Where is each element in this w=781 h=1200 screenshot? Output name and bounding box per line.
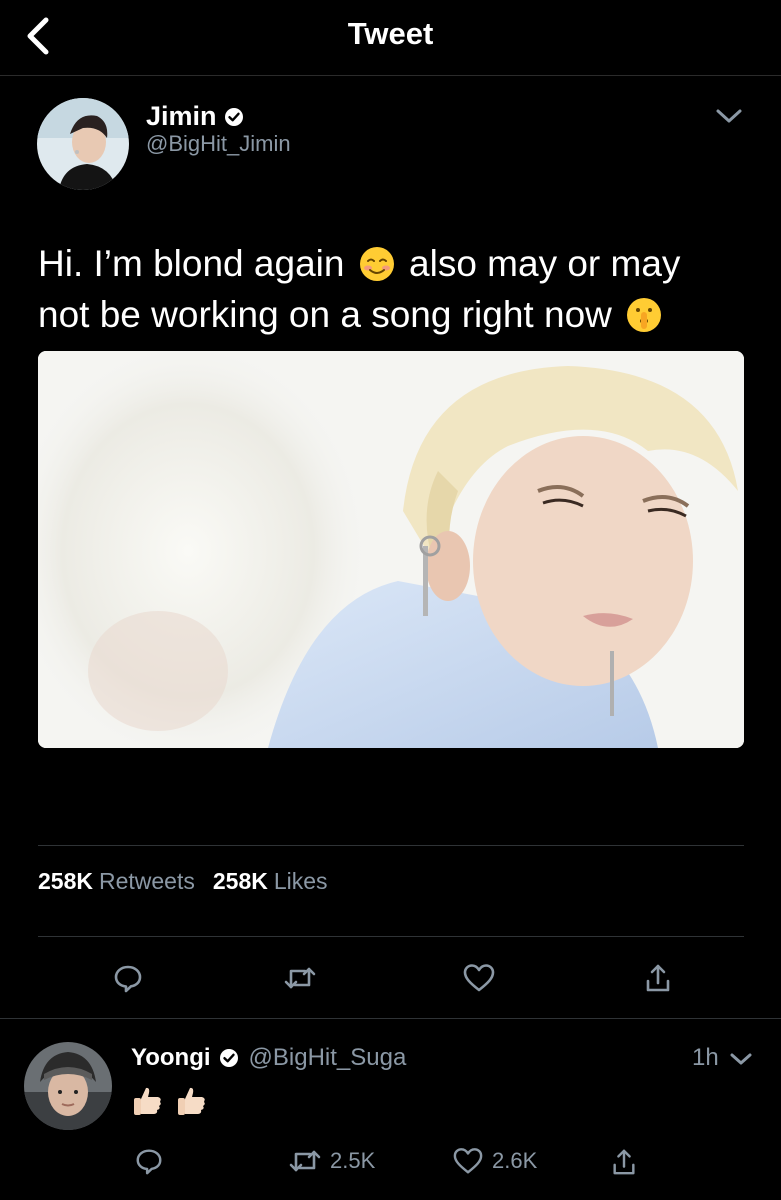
retweet-button[interactable] (280, 958, 320, 998)
chevron-down-icon (716, 109, 742, 123)
chevron-down-icon (730, 1053, 752, 1065)
reply-share-button[interactable] (610, 1146, 638, 1178)
reply-text (131, 1084, 209, 1118)
retweet-count[interactable]: 258K (38, 868, 93, 895)
reply-author-name[interactable]: Yoongi (131, 1044, 211, 1072)
author-name[interactable]: Jimin (146, 101, 217, 132)
verified-badge-icon (224, 107, 243, 126)
page-title: Tweet (347, 16, 434, 51)
verified-badge-icon (219, 1049, 238, 1067)
smiling-face-emoji-icon (359, 247, 394, 281)
reply-icon (114, 965, 142, 993)
tweet-photo[interactable] (38, 351, 744, 748)
retweet-label[interactable]: Retweets (99, 868, 195, 895)
share-button[interactable] (638, 958, 678, 998)
reply-retweet-count: 2.5K (330, 1148, 376, 1173)
tweet-menu-button[interactable] (708, 98, 750, 134)
thumbs-up-emoji-icon (134, 1087, 161, 1115)
heart-icon (463, 964, 495, 992)
divider (38, 936, 744, 937)
reply-icon (136, 1149, 162, 1175)
reply-timestamp: 1h (692, 1044, 719, 1071)
avatar[interactable] (37, 98, 129, 190)
reply-menu-button[interactable] (724, 1044, 758, 1074)
reply-author-handle[interactable]: @BigHit_Suga (249, 1044, 407, 1072)
tweet-text: Hi. I’m blond again also may or may not … (38, 238, 738, 340)
like-count[interactable]: 258K (213, 868, 268, 895)
reply-like-button[interactable]: 2.6K (452, 1146, 537, 1176)
heart-icon (453, 1148, 483, 1174)
divider (0, 1018, 781, 1019)
reply-retweet-button[interactable]: 2.5K (288, 1146, 375, 1176)
reply-like-count: 2.6K (492, 1148, 538, 1173)
retweet-icon (284, 967, 316, 989)
top-bar: Tweet (0, 0, 781, 76)
author-name-row[interactable]: Jimin (146, 101, 244, 132)
reply-reply-button[interactable] (134, 1146, 164, 1176)
share-icon (613, 1149, 635, 1175)
retweet-icon (289, 1150, 321, 1172)
like-label[interactable]: Likes (274, 868, 328, 895)
tweet-stats: 258K Retweets 258K Likes (38, 868, 340, 895)
divider (38, 845, 744, 846)
like-button[interactable] (459, 958, 499, 998)
tweet-text-part1: Hi. I’m blond again (38, 243, 345, 284)
shushing-face-emoji-icon (627, 298, 662, 332)
share-icon (646, 964, 670, 992)
reply-avatar[interactable] (24, 1042, 112, 1130)
author-handle[interactable]: @BigHit_Jimin (146, 131, 291, 157)
reply-button[interactable] (108, 958, 148, 998)
thumbs-up-emoji-icon (178, 1087, 205, 1115)
reply-header: Yoongi @BigHit_Suga (131, 1044, 406, 1072)
